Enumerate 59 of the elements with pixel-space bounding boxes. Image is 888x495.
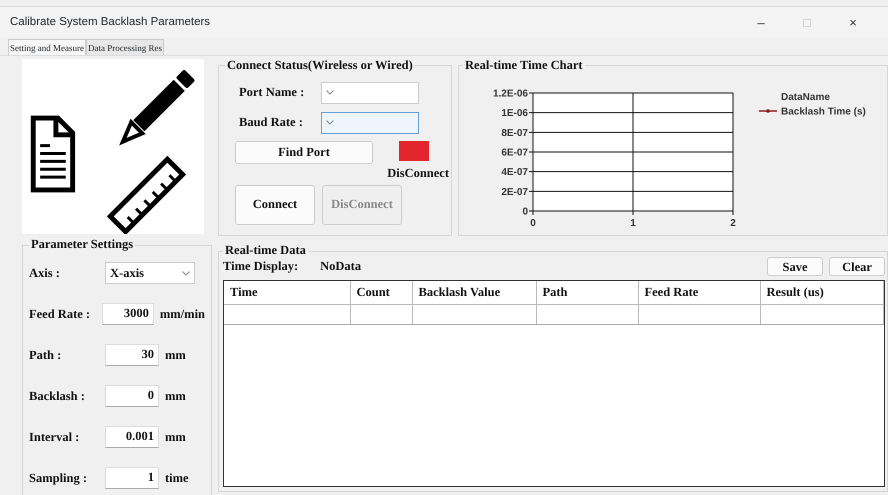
dropdown-value: X-axis xyxy=(110,264,144,282)
field-label: Port Name : xyxy=(239,84,306,102)
caret-icon xyxy=(326,120,334,126)
unit-label: time xyxy=(165,470,189,487)
status-label: DisConnect xyxy=(387,164,449,182)
column-header: Time xyxy=(230,285,258,299)
input-field[interactable]: 1 xyxy=(105,467,159,489)
column-header: Count xyxy=(356,285,390,299)
window-title: Calibrate System Backlash Parameters xyxy=(10,16,210,28)
y-tick-label: 0 xyxy=(522,206,528,218)
input-field[interactable]: 30 xyxy=(105,344,159,366)
unit-label: mm xyxy=(165,346,186,364)
tab[interactable]: Data Processing Res xyxy=(86,38,164,55)
group-title: Real-time Time Chart xyxy=(464,59,584,73)
field-label: Axis : xyxy=(29,264,61,282)
unit-label: mm/min xyxy=(160,306,205,323)
field-label: Interval : xyxy=(29,428,80,446)
caret-icon xyxy=(182,270,190,276)
field-label: Sampling : xyxy=(29,470,88,487)
connect-button[interactable]: Connect xyxy=(235,184,315,224)
x-tick-label: 0 xyxy=(530,218,536,229)
tab[interactable]: Setting and Measure xyxy=(8,38,86,55)
y-tick-label: 8E-07 xyxy=(501,128,528,139)
column-header: Result (us) xyxy=(766,285,824,299)
y-tick-label: 2E-07 xyxy=(501,186,528,198)
y-tick-label: 1.2E-06 xyxy=(492,88,528,100)
column-header: Path xyxy=(542,285,568,299)
group-title: Parameter Settings xyxy=(30,238,134,252)
field-label: Path : xyxy=(29,346,62,364)
unit-label: mm xyxy=(165,428,186,446)
dropdown[interactable] xyxy=(321,112,419,134)
legend-label: Backlash Time (s) xyxy=(781,106,866,118)
x-tick-label: 2 xyxy=(730,218,736,229)
y-tick-label: 6E-07 xyxy=(501,147,528,158)
group-title: Real-time Data xyxy=(224,244,307,258)
x-tick-label: 1 xyxy=(630,218,636,229)
column-header: Feed Rate xyxy=(644,285,698,299)
field-label: Feed Rate : xyxy=(29,306,92,323)
field-label: Backlash : xyxy=(29,388,86,405)
input-field[interactable]: 0 xyxy=(105,385,159,407)
close-button[interactable]: × xyxy=(830,12,876,32)
minimize-button[interactable]: – xyxy=(738,12,784,32)
group-title: Connect Status(Wireless or Wired) xyxy=(226,59,414,73)
y-tick-label: 4E-07 xyxy=(501,166,528,178)
clear-button[interactable]: Clear xyxy=(829,257,885,276)
save-button[interactable]: Save xyxy=(767,257,823,276)
time-display-value: NoData xyxy=(320,258,362,276)
column-header: Backlash Value xyxy=(418,285,500,299)
field-label: Time Display: xyxy=(223,258,298,276)
input-field[interactable]: 3000 xyxy=(102,303,154,325)
field-label: Baud Rate : xyxy=(239,114,304,132)
legend-title: DataName xyxy=(781,92,830,103)
input-field[interactable]: 0.001 xyxy=(105,426,159,448)
caret-icon xyxy=(326,90,334,96)
dropdown[interactable] xyxy=(321,82,419,104)
axis-dropdown[interactable]: X-axis xyxy=(105,262,195,284)
y-tick-label: 1E-06 xyxy=(501,108,528,119)
unit-label: mm xyxy=(165,388,186,405)
find-port-button[interactable]: Find Port xyxy=(235,140,373,164)
